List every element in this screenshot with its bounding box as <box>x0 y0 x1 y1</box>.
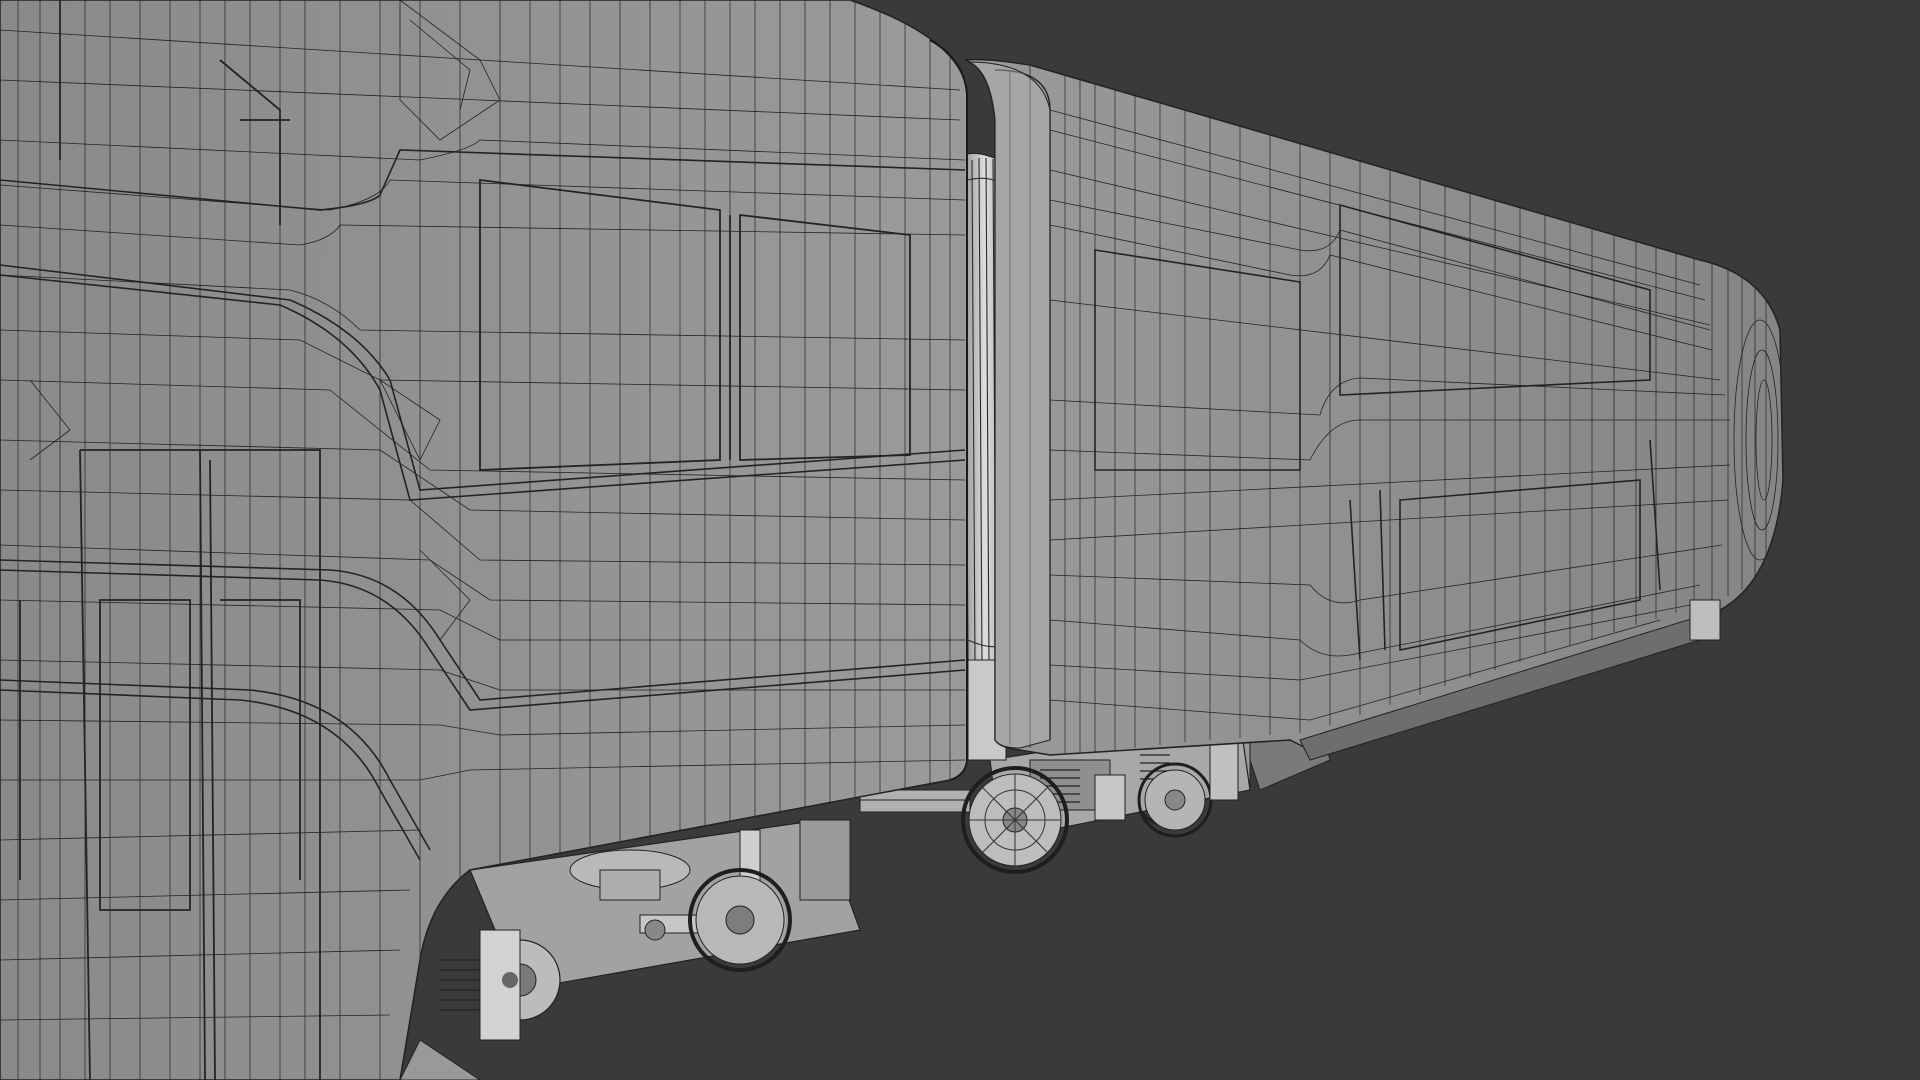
render-viewport <box>0 0 1920 1080</box>
train-render-svg <box>0 0 1920 1080</box>
